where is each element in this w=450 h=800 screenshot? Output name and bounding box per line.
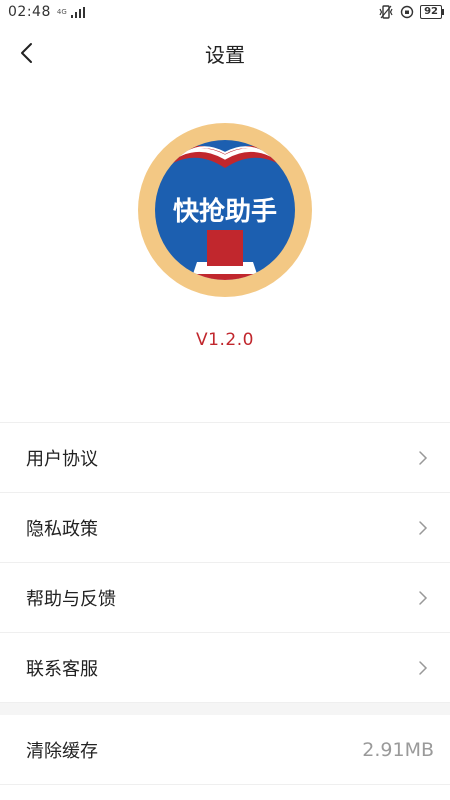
- alarm-icon: [400, 5, 414, 19]
- version-label: V1.2.0: [196, 330, 254, 350]
- settings-menu: 用户协议 隐私政策 帮助与反馈 联系客服 清除缓存 2.91MB: [0, 422, 450, 785]
- chevron-left-icon: [21, 43, 32, 63]
- back-button[interactable]: [10, 36, 44, 70]
- chevron-right-icon: [419, 590, 428, 605]
- menu-item-label: 联系客服: [26, 658, 98, 680]
- vibrate-icon: [379, 5, 393, 19]
- chevron-right-icon: [419, 450, 428, 465]
- menu-item-help-feedback[interactable]: 帮助与反馈: [0, 563, 450, 633]
- cache-size-value: 2.91MB: [362, 738, 434, 761]
- signal-icon: [70, 6, 85, 18]
- status-time: 02:48: [8, 4, 51, 20]
- menu-item-label: 隐私政策: [26, 518, 98, 540]
- menu-item-label: 用户协议: [26, 448, 98, 470]
- app-header: 设置: [0, 30, 450, 76]
- network-type: 4G: [56, 7, 67, 16]
- menu-item-contact-support[interactable]: 联系客服: [0, 633, 450, 703]
- menu-item-user-agreement[interactable]: 用户协议: [0, 423, 450, 493]
- clear-cache-label: 清除缓存: [26, 740, 98, 762]
- chevron-right-icon: [419, 520, 428, 535]
- page-title: 设置: [205, 42, 245, 67]
- app-logo: 快抢助手: [137, 122, 313, 298]
- menu-item-privacy-policy[interactable]: 隐私政策: [0, 493, 450, 563]
- menu-item-label: 帮助与反馈: [26, 588, 116, 610]
- battery-indicator: 92: [420, 5, 444, 19]
- section-divider: [0, 703, 450, 715]
- chevron-right-icon: [419, 660, 428, 675]
- logo-text: 快抢助手: [173, 196, 277, 227]
- status-bar: 02:48 4G 92: [0, 0, 450, 24]
- clear-cache-row[interactable]: 清除缓存 2.91MB: [0, 715, 450, 785]
